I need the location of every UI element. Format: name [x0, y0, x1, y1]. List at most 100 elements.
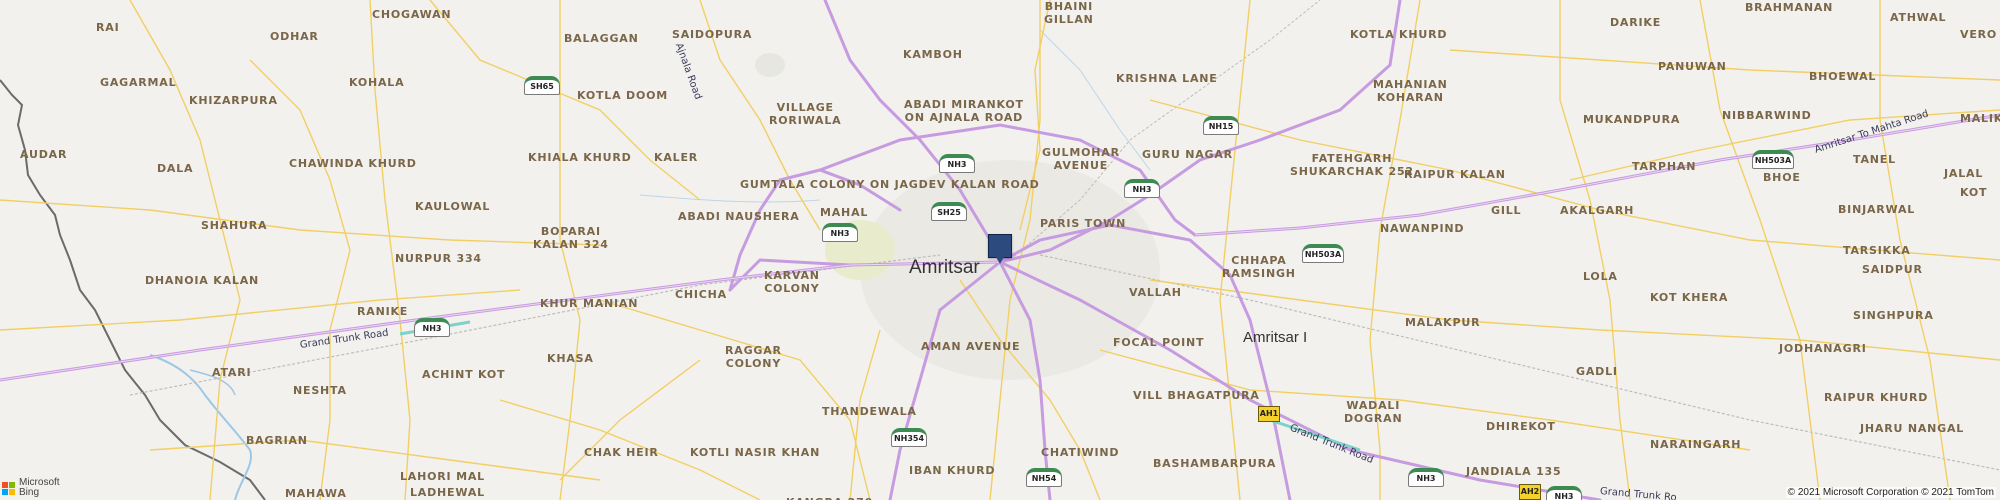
place-label[interactable]: KHIALA KHURD [528, 151, 632, 164]
place-label[interactable]: KOHALA [349, 76, 404, 89]
place-label[interactable]: KOT KHERA [1650, 291, 1728, 304]
place-label[interactable]: PANUWAN [1658, 60, 1727, 73]
highway-shield[interactable]: SH25 [931, 202, 967, 221]
place-label[interactable]: VILLAGE RORIWALA [769, 101, 841, 127]
highway-shield[interactable]: NH3 [1546, 486, 1582, 500]
place-label[interactable]: SINGHPURA [1853, 309, 1934, 322]
place-label[interactable]: BINJARWAL [1838, 203, 1915, 216]
place-label[interactable]: BALAGGAN [564, 32, 639, 45]
asian-highway-shield[interactable]: AH2 [1519, 484, 1541, 500]
place-label[interactable]: RAIPUR KHURD [1824, 391, 1928, 404]
place-label[interactable]: MAHANIAN KOHARAN [1373, 78, 1448, 104]
place-label[interactable]: MALIK [1960, 112, 2000, 125]
place-label[interactable]: MAHAWA [285, 487, 347, 500]
place-label[interactable]: AUDAR [20, 148, 67, 161]
highway-shield[interactable]: SH65 [524, 76, 560, 95]
highway-shield[interactable]: NH3 [414, 318, 450, 337]
location-pin-marker[interactable] [988, 234, 1012, 264]
place-label[interactable]: TARSIKKA [1843, 244, 1911, 257]
place-label[interactable]: DHIREKOT [1486, 420, 1556, 433]
place-label[interactable]: KHIZARPURA [189, 94, 278, 107]
place-label[interactable]: BAGRIAN [246, 434, 308, 447]
highway-shield[interactable]: NH15 [1203, 116, 1239, 135]
place-label[interactable]: NARAINGARH [1650, 438, 1741, 451]
place-label[interactable]: LOLA [1583, 270, 1618, 283]
place-label[interactable]: CHICHA [675, 288, 727, 301]
highway-shield[interactable]: NH3 [1408, 468, 1444, 487]
place-label[interactable]: KRISHNA LANE [1116, 72, 1218, 85]
place-label[interactable]: RAGGAR COLONY [725, 344, 782, 370]
city-label-amritsar-i[interactable]: Amritsar I [1243, 329, 1307, 346]
place-label[interactable]: TANEL [1853, 153, 1896, 166]
place-label[interactable]: VILL BHAGATPURA [1133, 389, 1260, 402]
place-label[interactable]: KOT [1960, 186, 1987, 199]
place-label[interactable]: BHAINI GILLAN [1044, 0, 1094, 26]
place-label[interactable]: KAULOWAL [415, 200, 490, 213]
place-label[interactable]: RAIPUR KALAN [1404, 168, 1506, 181]
place-label[interactable]: BHOEWAL [1809, 70, 1876, 83]
place-label[interactable]: GAGARMAL [100, 76, 176, 89]
place-label[interactable]: WADALI DOGRAN [1344, 399, 1403, 425]
place-label[interactable]: AMAN AVENUE [921, 340, 1020, 353]
place-label[interactable]: ABADI NAUSHERA [678, 210, 800, 223]
place-label[interactable]: GUMTALA COLONY ON JAGDEV KALAN ROAD [740, 178, 1040, 191]
place-label[interactable]: DHANOIA KALAN [145, 274, 259, 287]
place-label[interactable]: KOTLA KHURD [1350, 28, 1447, 41]
place-label[interactable]: KALER [654, 151, 698, 164]
place-label[interactable]: MAHAL [820, 206, 868, 219]
place-label[interactable]: DALA [157, 162, 193, 175]
place-label[interactable]: KHASA [547, 352, 594, 365]
place-label[interactable]: GULMOHAR AVENUE [1042, 146, 1120, 172]
highway-shield[interactable]: NH3 [1124, 179, 1160, 198]
highway-shield[interactable]: NH3 [939, 154, 975, 173]
highway-shield[interactable]: NH503A [1752, 150, 1794, 169]
place-label[interactable]: VERO N [1960, 28, 2000, 41]
place-label[interactable]: VALLAH [1129, 286, 1182, 299]
place-label[interactable]: ATHWAL [1890, 11, 1946, 24]
place-label[interactable]: BHOE [1763, 171, 1801, 184]
highway-shield[interactable]: NH503A [1302, 244, 1344, 263]
map-copyright[interactable]: © 2021 Microsoft Corporation © 2021 TomT… [1785, 487, 1996, 498]
place-label[interactable]: KAMBOH [903, 48, 963, 61]
place-label[interactable]: CHAK HEIR [584, 446, 659, 459]
place-label[interactable]: ABADI MIRANKOT ON AJNALA ROAD [904, 98, 1024, 124]
place-label[interactable]: SAIDOPURA [672, 28, 752, 41]
place-label[interactable]: FATEHGARH SHUKARCHAK 252 [1290, 152, 1414, 178]
place-label[interactable]: IBAN KHURD [909, 464, 995, 477]
highway-shield[interactable]: NH3 [822, 223, 858, 242]
place-label[interactable]: FOCAL POINT [1113, 336, 1204, 349]
place-label[interactable]: KOTLA DOOM [577, 89, 668, 102]
place-label[interactable]: ACHINT KOT [422, 368, 505, 381]
place-label[interactable]: NESHTA [293, 384, 347, 397]
place-label[interactable]: MUKANDPURA [1583, 113, 1680, 126]
place-label[interactable]: JALAL [1944, 167, 1983, 180]
place-label[interactable]: CHATIWIND [1041, 446, 1119, 459]
place-label[interactable]: PARIS TOWN [1040, 217, 1126, 230]
place-label[interactable]: RANIKE [357, 305, 408, 318]
place-label[interactable]: KARVAN COLONY [764, 269, 820, 295]
place-label[interactable]: ODHAR [270, 30, 319, 43]
place-label[interactable]: NURPUR 334 [395, 252, 482, 265]
place-label[interactable]: JHARU NANGAL [1860, 422, 1964, 435]
place-label[interactable]: BASHAMBARPURA [1153, 457, 1276, 470]
place-label[interactable]: NAWANPIND [1380, 222, 1464, 235]
place-label[interactable]: SAIDPUR [1862, 263, 1923, 276]
place-label[interactable]: BOPARAI KALAN 324 [533, 225, 609, 251]
place-label[interactable]: AKALGARH [1560, 204, 1634, 217]
place-label[interactable]: GURU NAGAR [1142, 148, 1233, 161]
place-label[interactable]: DARIKE [1610, 16, 1661, 29]
place-label[interactable]: GADLI [1576, 365, 1618, 378]
place-label[interactable]: JODHANAGRI [1779, 342, 1867, 355]
highway-shield[interactable]: NH354 [891, 428, 927, 447]
place-label[interactable]: GILL [1491, 204, 1521, 217]
place-label[interactable]: TARPHAN [1632, 160, 1696, 173]
place-label[interactable]: MALAKPUR [1405, 316, 1480, 329]
place-label[interactable]: BRAHMANAN [1745, 1, 1833, 14]
asian-highway-shield[interactable]: AH1 [1258, 406, 1280, 422]
place-label[interactable]: CHAWINDA KHURD [289, 157, 417, 170]
place-label[interactable]: JANDIALA 135 [1466, 465, 1561, 478]
place-label[interactable]: THANDEWALA [822, 405, 917, 418]
place-label[interactable]: SHAHURA [201, 219, 267, 232]
place-label[interactable]: ATARI [212, 366, 251, 379]
place-label[interactable]: RAI [96, 21, 119, 34]
